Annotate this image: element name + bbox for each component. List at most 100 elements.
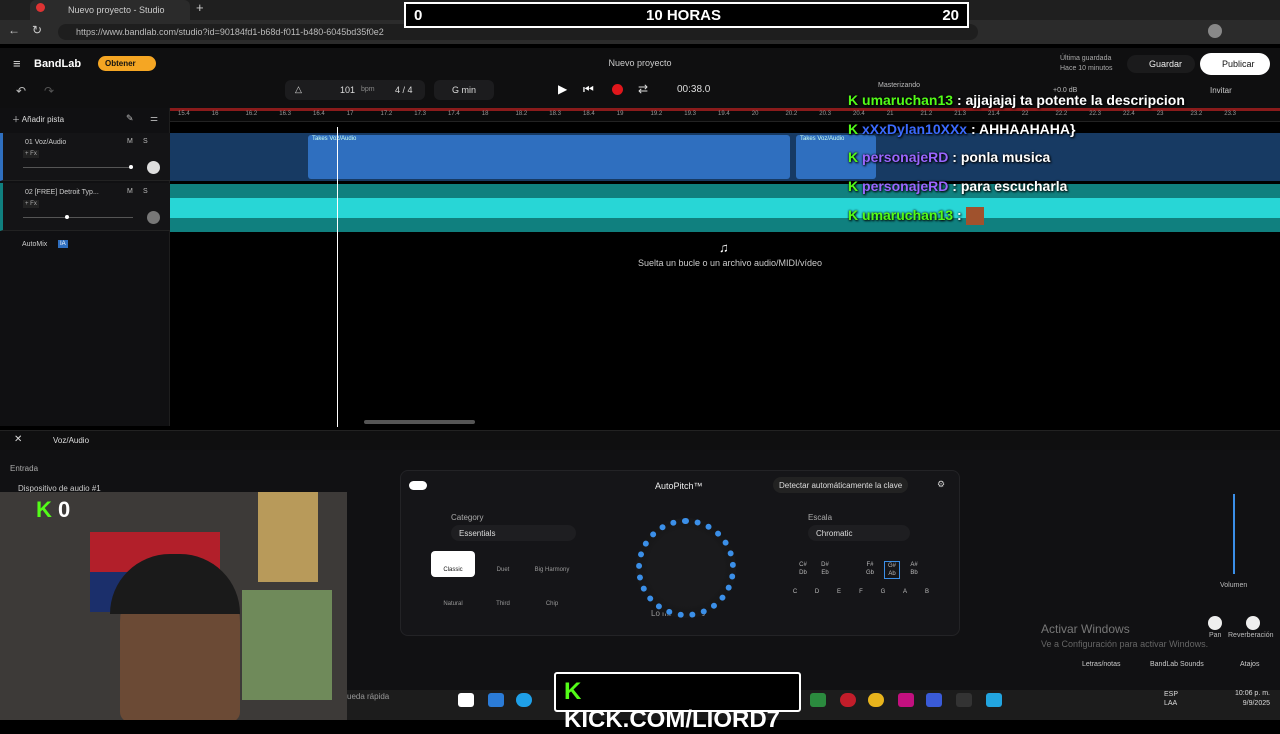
key-b[interactable]: B [919,588,935,596]
track-2-mute[interactable]: M [127,188,133,195]
preset-third[interactable]: Third [481,585,525,611]
app-dark-icon[interactable] [956,693,972,707]
category-select[interactable]: Essentials [451,525,576,541]
pan-knob[interactable] [1208,616,1222,630]
horizontal-scrollbar[interactable] [364,420,475,424]
track-1-volume-thumb[interactable] [129,165,133,169]
key-c[interactable]: C [787,588,803,596]
audio-clip-1[interactable]: Takes Voz/Audio [308,135,790,179]
playhead[interactable] [337,127,338,427]
panel-header: ✕ Voz/Audio [0,430,1280,450]
loop-icon[interactable]: ⇄ [638,82,648,96]
key-f[interactable]: F [853,588,869,596]
bpm-value[interactable]: 101 [340,85,355,95]
fl-studio-icon[interactable] [810,693,826,707]
taskbar-search[interactable]: ueda rápida [347,692,457,708]
record-icon[interactable] [612,84,623,95]
track-header-2[interactable]: 02 [FREE] Detroit Typ... + Fx M S [0,183,170,231]
key-d[interactable]: D [809,588,825,596]
intensity-dial[interactable] [636,518,736,618]
track-2-name[interactable]: 02 [FREE] Detroit Typ... [25,189,99,196]
track-header-1[interactable]: 01 Voz/Audio + Fx M S [0,133,170,181]
track-1-mute[interactable]: M [127,138,133,145]
chat-user: personajeRD [862,149,949,165]
key-e[interactable]: E [831,588,847,596]
letras-button[interactable]: Letras/notas [1082,661,1121,668]
invitar-button[interactable]: Invitar [1210,86,1232,95]
key-selector[interactable]: G min [434,80,494,100]
preset-natural[interactable]: Natural [431,585,475,611]
rewind-icon[interactable]: ⏮ [583,82,594,97]
autopitch-toggle[interactable] [409,481,427,490]
detect-key-button[interactable]: Detectar automáticamente la clave [773,477,909,493]
add-track-button[interactable]: ＋ Añadir pista [12,114,64,125]
track-1-name[interactable]: 01 Voz/Audio [25,139,66,146]
kick-badge-icon: K [848,92,859,108]
preset-chip[interactable]: Chip [530,585,574,611]
key-g[interactable]: G [875,588,891,596]
preset-duet[interactable]: Duet [481,551,525,577]
tiktok-icon[interactable] [898,693,914,707]
track-2-fx[interactable]: + Fx [23,200,39,208]
track-2-volume-thumb[interactable] [65,215,69,219]
language-indicator[interactable]: ESP LAA [1164,690,1178,708]
key-a[interactable]: A [897,588,913,596]
menu-icon[interactable]: ≡ [13,56,21,71]
discord-icon[interactable] [926,693,942,707]
timeline-ruler[interactable]: 15.4 16 16.2 16.3 16.4 17 17.2 17.3 17.4 18 18.2 18… [170,108,1280,122]
profile-avatar[interactable] [1208,24,1222,38]
new-tab-icon[interactable]: + [196,0,204,15]
key-a-sharp[interactable]: A# Bb [906,561,922,577]
ruler-tick-label: 18.2 [515,111,528,117]
obtener-button[interactable]: Obtener [98,56,156,71]
key-c-sharp[interactable]: C# Db [795,561,811,577]
category-label: Category [451,513,484,522]
metronome-icon[interactable]: △ [295,84,302,95]
track-2-solo[interactable]: S [143,188,148,195]
track-2-volume-slider[interactable] [23,215,133,219]
back-icon[interactable]: ← [8,23,20,37]
edge-icon[interactable] [516,693,532,707]
bandlab-logo[interactable]: BandLab [34,58,81,70]
automix-label[interactable]: AutoMix [22,241,47,248]
close-panel-icon[interactable]: ✕ [14,434,22,445]
app-red-icon[interactable] [840,693,856,707]
chrome-icon[interactable] [868,693,884,707]
task-view-icon[interactable] [458,693,474,707]
play-icon[interactable]: ▶ [558,82,567,96]
preset-classic[interactable]: Classic [431,551,475,577]
emote-icon [965,207,984,226]
track-1-pan-knob[interactable] [147,161,160,174]
wand-icon[interactable]: ✎ [126,113,134,124]
key-d-sharp[interactable]: D# Eb [817,561,833,577]
store-icon[interactable] [488,693,504,707]
redo-icon[interactable]: ↷ [44,84,54,98]
settings-sliders-icon[interactable]: ⚙ [937,479,945,490]
project-title[interactable]: Nuevo proyecto [580,58,700,68]
bandlab-sounds-button[interactable]: BandLab Sounds [1150,661,1204,668]
track-1-solo[interactable]: S [143,138,148,145]
ruler-tick-label: 21 [886,111,894,117]
reload-icon[interactable]: ↻ [32,23,42,37]
track-1-volume-slider[interactable] [23,165,133,169]
atajos-button[interactable]: Atajos [1240,661,1259,668]
preset-big-harmony[interactable]: Big Harmony [530,551,574,577]
autopitch-title: AutoPitch™ [655,481,703,491]
key-g-sharp[interactable]: G# Ab [884,561,900,579]
taskbar-clock[interactable]: 10:06 p. m. 9/9/2025 [1228,689,1270,709]
ruler-tick-label: 17.2 [380,111,393,117]
reverb-knob[interactable] [1246,616,1260,630]
guardar-button[interactable]: Guardar [1127,55,1195,73]
track-2-pan-knob[interactable] [147,211,160,224]
volume-slider[interactable] [1233,494,1235,574]
escala-select[interactable]: Chromatic [808,525,910,541]
track-1-fx[interactable]: + Fx [23,150,39,158]
time-signature[interactable]: 4 / 4 [395,85,413,95]
drop-zone-text[interactable]: Suelta un bucle o un archivo audio/MIDI/… [540,258,920,268]
calculator-icon[interactable] [986,693,1002,707]
filter-icon[interactable]: ⚌ [150,113,158,124]
undo-icon[interactable]: ↶ [16,84,26,98]
publicar-button[interactable]: Publicar [1200,53,1270,75]
key-f-sharp[interactable]: F# Gb [862,561,878,577]
browser-tab[interactable]: Nuevo proyecto - Studio [30,0,190,20]
